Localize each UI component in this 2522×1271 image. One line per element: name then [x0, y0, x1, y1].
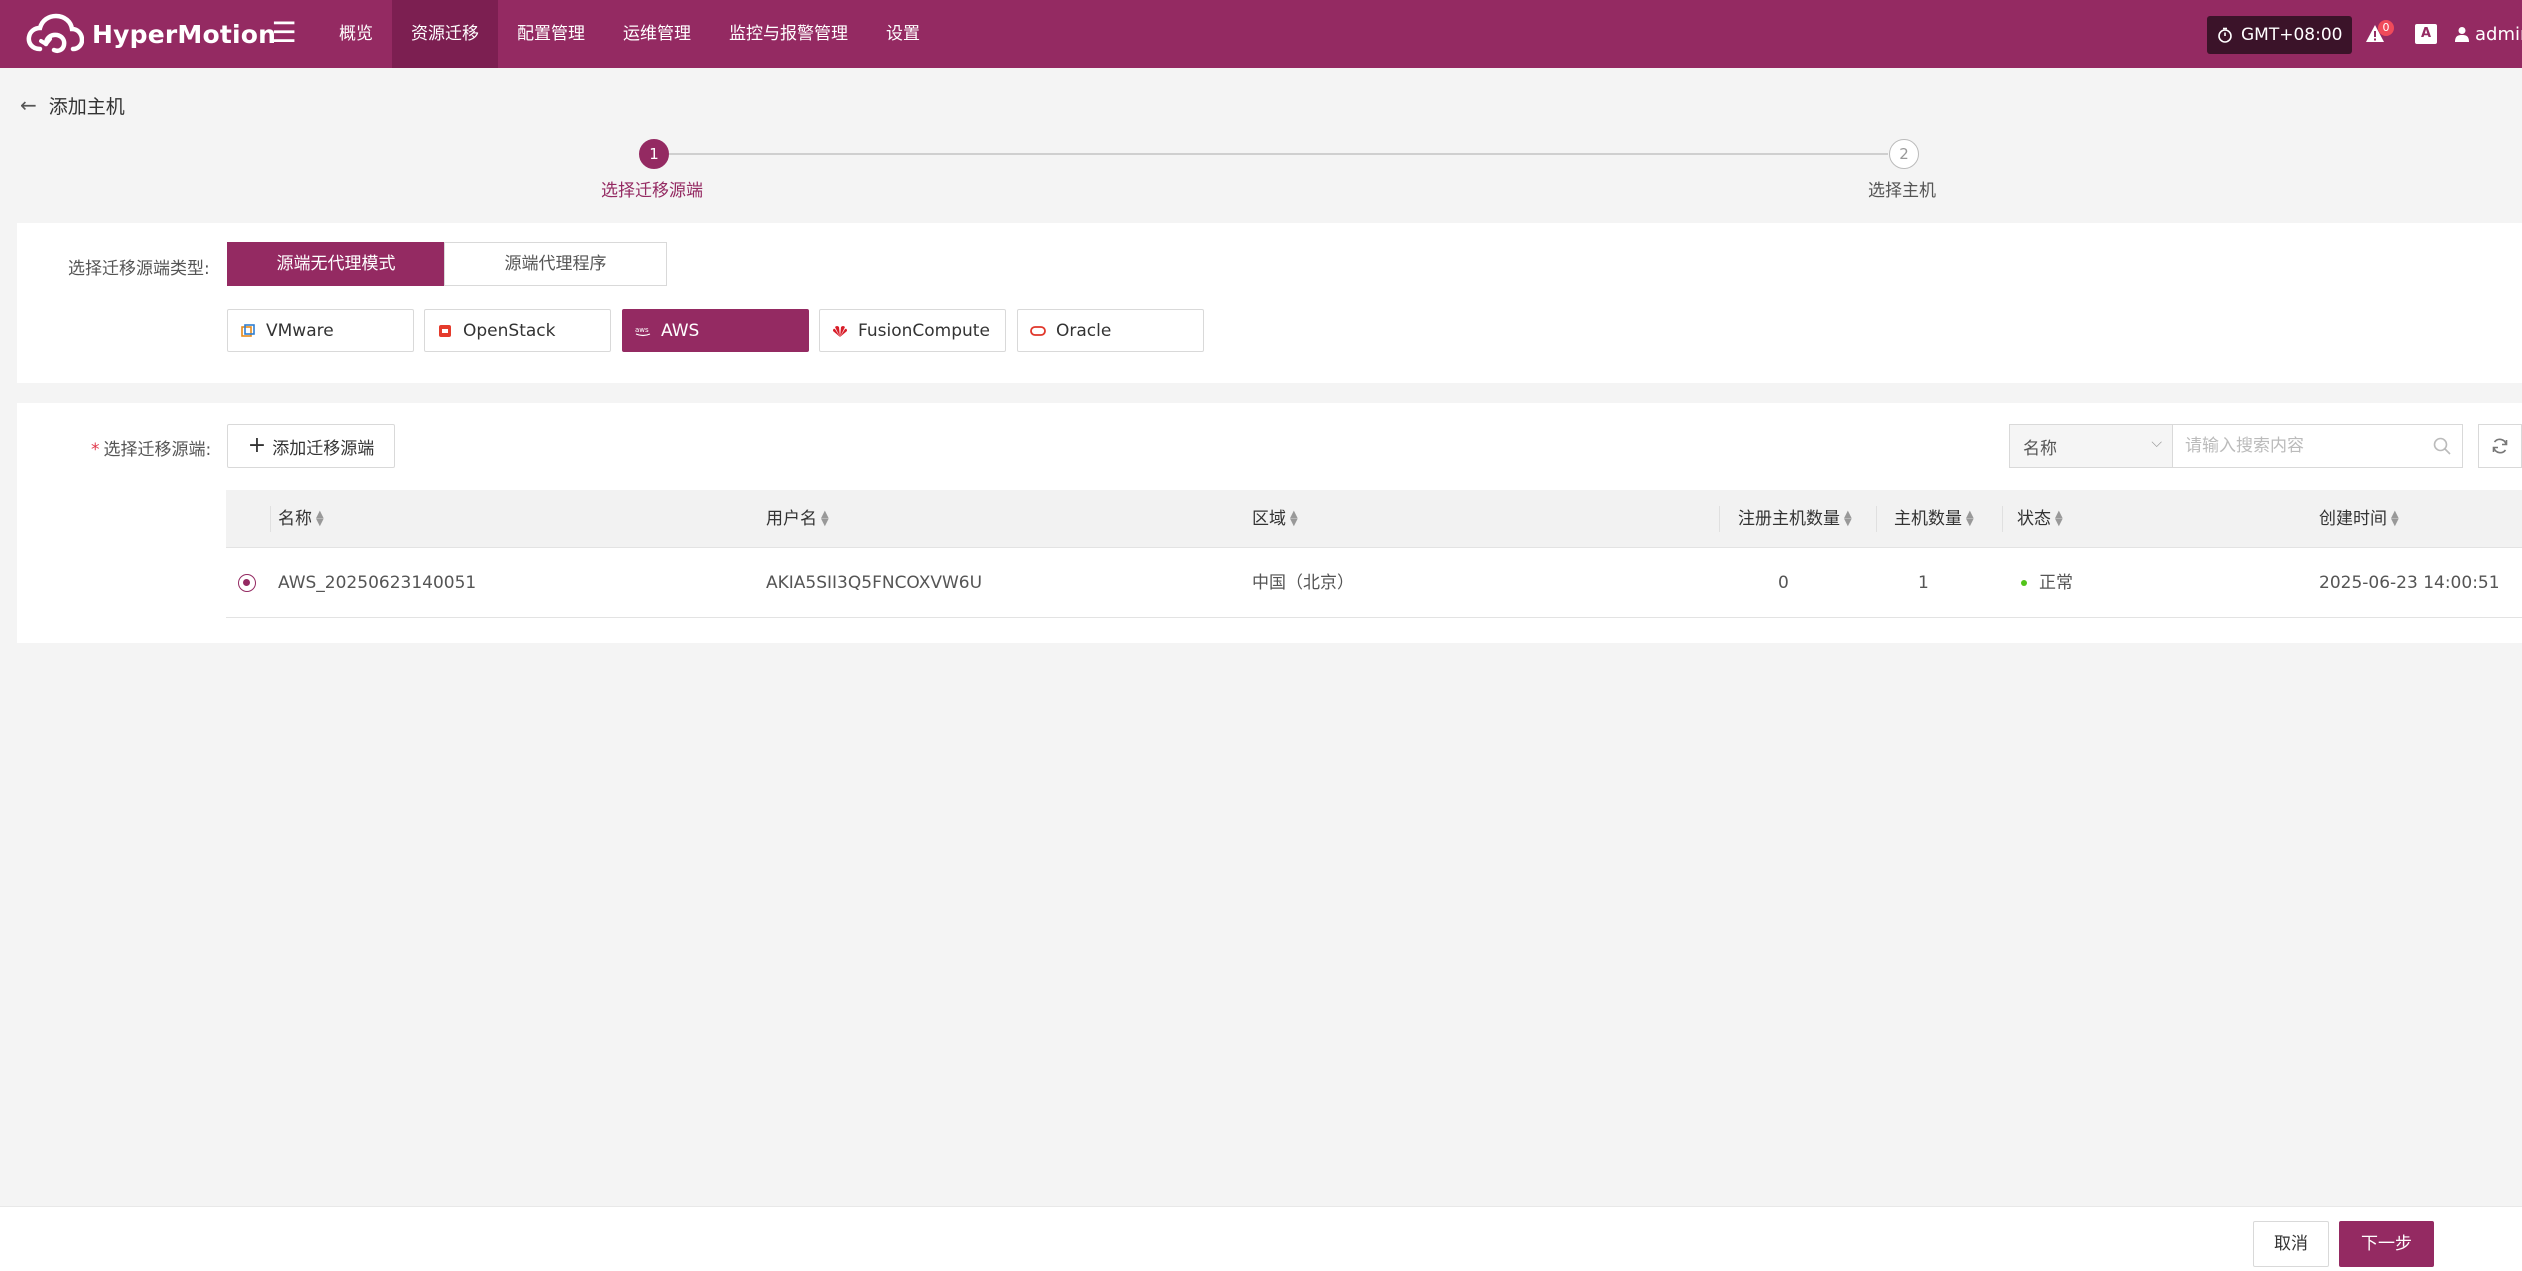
col-header-hosts[interactable]: 主机数量 ▲ ▼ [1894, 490, 1974, 548]
svg-text:aws: aws [635, 326, 649, 334]
cell-registered-hosts: 0 [1778, 573, 1789, 593]
step-1-label: 选择迁移源端 [601, 181, 703, 201]
back-arrow-icon: ← [20, 93, 37, 117]
logo[interactable]: HyperMotion [26, 8, 276, 60]
col-header-username[interactable]: 用户名 ▲ ▼ [766, 490, 829, 548]
sort-icon[interactable]: ▲ ▼ [1966, 510, 1974, 528]
cell-status: 正常 [2021, 548, 2073, 618]
step-2-indicator: 2 [1889, 139, 1919, 169]
mode-agent-button[interactable]: 源端代理程序 [444, 242, 667, 286]
openstack-icon [437, 323, 453, 339]
col-header-region[interactable]: 区域 ▲ ▼ [1252, 490, 1298, 548]
required-mark: * [91, 440, 100, 460]
sort-icon[interactable]: ▲ ▼ [2055, 510, 2063, 528]
cloud-logo-icon [26, 13, 84, 54]
status-text: 正常 [2039, 573, 2073, 593]
search-field-value: 名称 [2023, 438, 2057, 459]
col-header-name[interactable]: 名称 ▲ ▼ [278, 490, 324, 548]
next-step-button[interactable]: 下一步 [2339, 1221, 2434, 1267]
search-icon[interactable] [2432, 436, 2452, 456]
table-row[interactable]: AWS_20250623140051 AKIA5SII3Q5FNCOXVW6U … [226, 548, 2522, 618]
platform-label: Oracle [1056, 320, 1112, 341]
cell-hosts: 1 [1918, 573, 1929, 593]
platform-fusioncompute-button[interactable]: FusionCompute [819, 309, 1006, 352]
step-2-label: 选择主机 [1868, 181, 1936, 201]
back-link[interactable]: ← 添加主机 [20, 90, 125, 120]
search-input[interactable] [2172, 424, 2463, 468]
status-ok-dot [2021, 580, 2027, 586]
top-nav-bar: HyperMotion ☰ 概览 资源迁移 配置管理 运维管理 监控与报警管理 … [0, 0, 2522, 68]
platform-label: VMware [266, 320, 334, 341]
source-type-label: 选择迁移源端类型: [68, 259, 210, 279]
source-label-text: 选择迁移源端: [103, 440, 212, 460]
platform-vmware-button[interactable]: VMware [227, 309, 414, 352]
nav-item-settings[interactable]: 设置 [867, 0, 939, 68]
platform-oracle-button[interactable]: Oracle [1017, 309, 1204, 352]
steps-connector [666, 153, 1888, 155]
sort-icon[interactable]: ▲ ▼ [821, 510, 829, 528]
cell-username: AKIA5SII3Q5FNCOXVW6U [766, 573, 983, 593]
column-divider [1719, 506, 1720, 532]
cell-created: 2025-06-23 14:00:51 [2319, 573, 2500, 593]
mode-agentless-button[interactable]: 源端无代理模式 [227, 242, 445, 286]
notification-badge: 0 [2378, 20, 2394, 36]
column-divider [1876, 506, 1877, 532]
col-header-created[interactable]: 创建时间 ▲ ▼ [2319, 490, 2399, 548]
menu-toggle-icon[interactable]: ☰ [270, 18, 298, 48]
step-1-indicator: 1 [639, 139, 669, 169]
huawei-icon [832, 323, 848, 339]
row-select-radio[interactable] [238, 574, 256, 592]
sort-icon[interactable]: ▲ ▼ [1290, 510, 1298, 528]
add-source-button[interactable]: + 添加迁移源端 [227, 424, 395, 468]
col-header-registered-hosts[interactable]: 注册主机数量 ▲ ▼ [1738, 490, 1852, 548]
table-header: 名称 ▲ ▼ 用户名 ▲ ▼ 区域 ▲ ▼ 注册主机数量 ▲ ▼ 主机数量 ▲ ▼ 状态 ▲ ▼ 创建时… [226, 490, 2522, 548]
aws-icon: aws [635, 323, 651, 339]
nav-item-monitoring-alerts[interactable]: 监控与报警管理 [710, 0, 867, 68]
nav-item-resource-migration[interactable]: 资源迁移 [392, 0, 498, 68]
oracle-icon [1030, 323, 1046, 339]
add-source-label: 添加迁移源端 [272, 438, 375, 459]
platform-aws-button[interactable]: aws AWS [622, 309, 809, 352]
platform-openstack-button[interactable]: OpenStack [424, 309, 611, 352]
nav-item-config-management[interactable]: 配置管理 [498, 0, 604, 68]
column-divider [270, 506, 271, 532]
plus-icon: + [247, 433, 267, 458]
nav-item-ops-management[interactable]: 运维管理 [604, 0, 710, 68]
source-label: * 选择迁移源端: [91, 435, 211, 460]
platform-label: OpenStack [463, 320, 556, 341]
user-name: admin [2475, 23, 2522, 45]
cell-region: 中国（北京） [1252, 573, 1354, 593]
sort-icon[interactable]: ▲ ▼ [2391, 510, 2399, 528]
chevron-down-icon: ⌵ [2151, 435, 2162, 451]
vmware-icon [240, 323, 256, 339]
language-icon[interactable]: A [2415, 24, 2437, 44]
brand-name: HyperMotion [92, 19, 277, 49]
platform-label: FusionCompute [858, 320, 990, 341]
column-divider [2002, 506, 2003, 532]
footer-bar [0, 1206, 2522, 1271]
sort-icon[interactable]: ▲ ▼ [316, 510, 324, 528]
nav-item-overview[interactable]: 概览 [320, 0, 392, 68]
timezone-button[interactable]: GMT+08:00 [2207, 16, 2353, 54]
sort-icon[interactable]: ▲ ▼ [1844, 510, 1852, 528]
platform-label: AWS [661, 320, 700, 341]
main-nav: 概览 资源迁移 配置管理 运维管理 监控与报警管理 设置 [320, 0, 939, 68]
timezone-label: GMT+08:00 [2241, 25, 2343, 45]
refresh-icon [2492, 438, 2508, 454]
cell-name: AWS_20250623140051 [278, 573, 477, 593]
user-icon [2455, 27, 2469, 42]
stopwatch-icon [2218, 27, 2232, 43]
col-header-status[interactable]: 状态 ▲ ▼ [2017, 490, 2063, 548]
refresh-button[interactable] [2478, 424, 2522, 468]
user-menu[interactable]: admin [2455, 22, 2522, 46]
cancel-button[interactable]: 取消 [2253, 1221, 2329, 1267]
page-title: 添加主机 [48, 95, 125, 118]
search-field-select[interactable]: 名称 ⌵ [2009, 424, 2173, 468]
